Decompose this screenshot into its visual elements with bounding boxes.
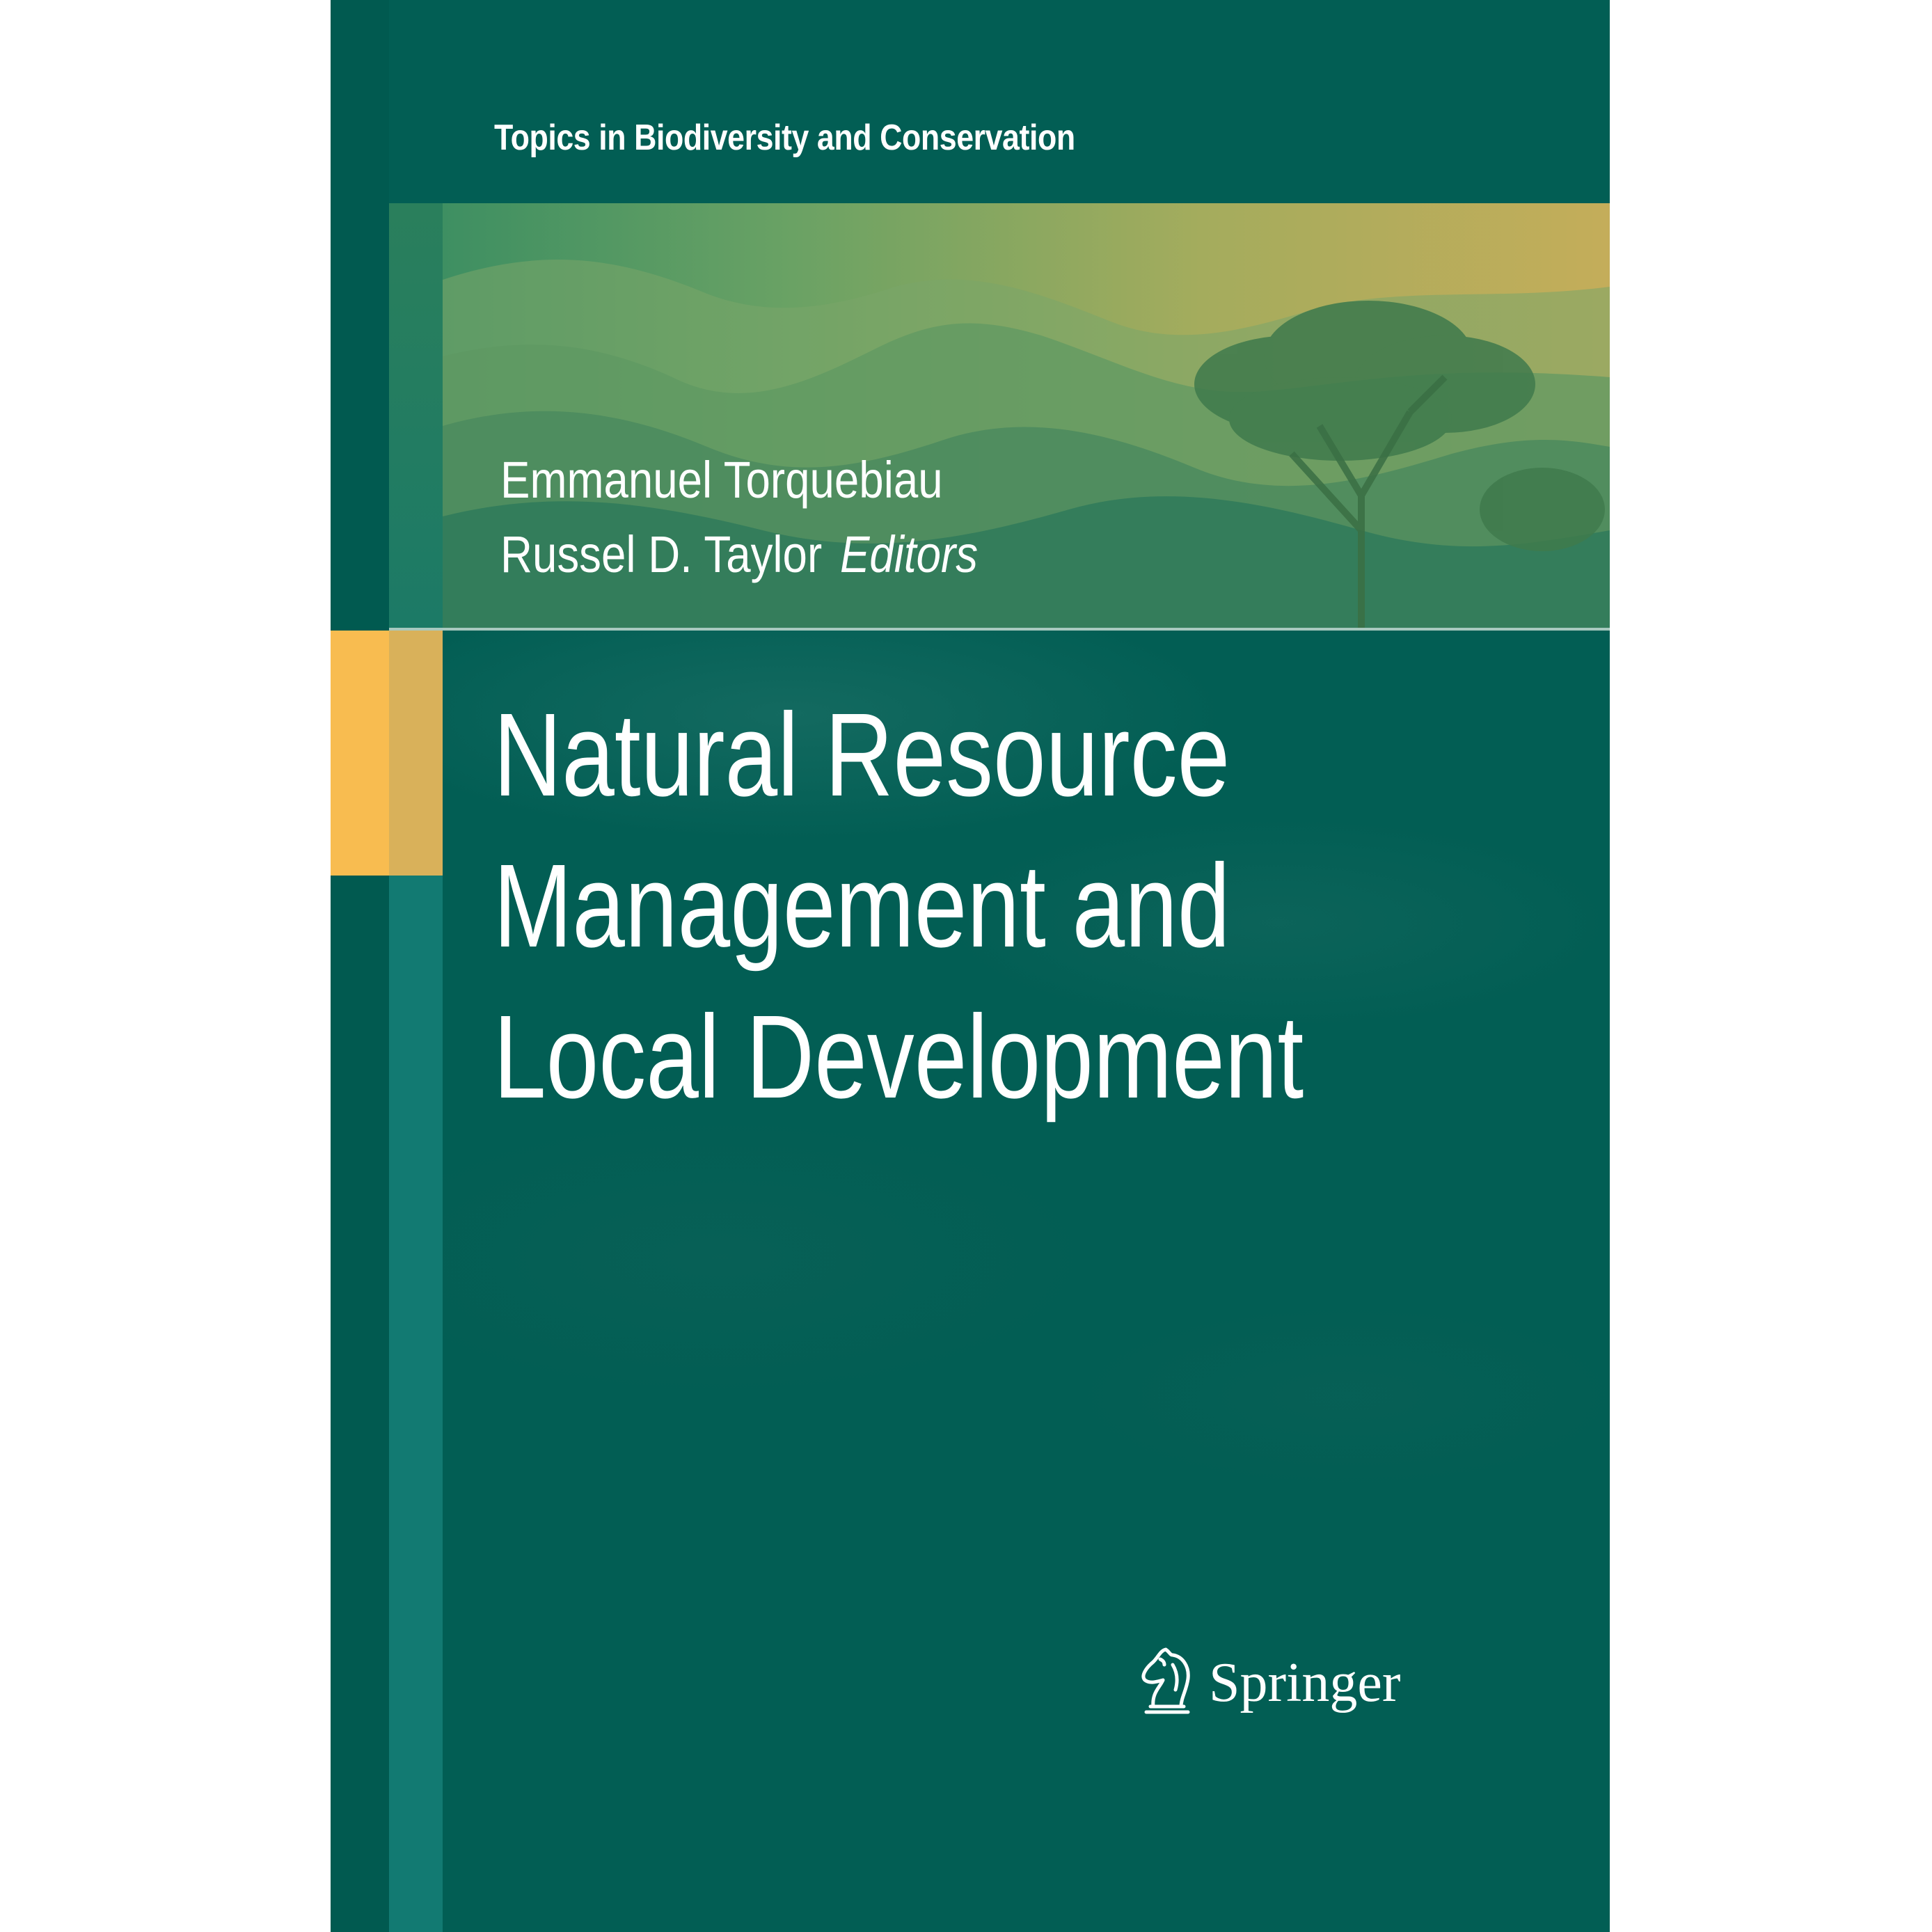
book-title-line-1: Natural Resource <box>493 689 1230 821</box>
book-title-line-3: Local Development <box>493 991 1304 1123</box>
editors-label: Editors <box>839 525 979 583</box>
editor-2-name: Russel D. Taylor <box>500 525 823 583</box>
chess-knight-icon <box>1141 1647 1190 1714</box>
publisher-logo: Springer <box>1132 1644 1401 1720</box>
editor-name: Emmanuel Torquebiau <box>500 450 943 509</box>
book-title-line-2: Management and <box>493 840 1230 972</box>
editor-name: Russel D. Taylor Editors <box>500 525 978 584</box>
accent-block-gold <box>389 631 443 876</box>
editor-1-name: Emmanuel Torquebiau <box>500 451 943 509</box>
series-title: Topics in Biodiversity and Conservation <box>494 118 1075 158</box>
publisher-name: Springer <box>1209 1652 1401 1713</box>
cover-divider <box>389 628 1610 631</box>
cover-left-strip <box>331 0 389 1932</box>
book-cover: Topics in Biodiversity and Conservation … <box>331 0 1610 1932</box>
page: Topics in Biodiversity and Conservation … <box>0 0 1932 1932</box>
cover-inner-strip-photo <box>389 203 443 629</box>
accent-block-orange <box>331 631 389 876</box>
